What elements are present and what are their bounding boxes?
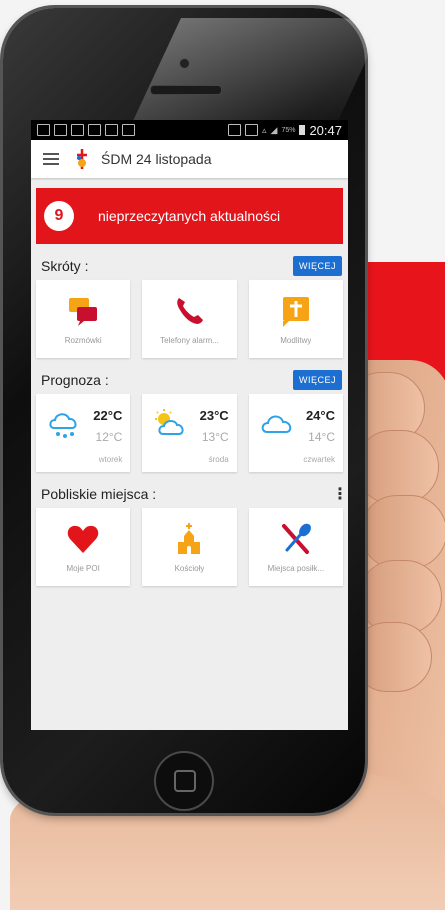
shortcut-emergency-phones[interactable]: Telefony alarm... <box>142 280 237 358</box>
nearby-tiles: Moje POI Kościoły Miejsca posiłk... <box>31 508 348 594</box>
forecast-high: 23°C <box>199 408 229 423</box>
shortcut-label: Modlitwy <box>280 335 312 345</box>
shortcuts-more-button[interactable]: WIĘCEJ <box>292 256 342 276</box>
cutlery-icon <box>281 523 311 554</box>
sun-cloud-icon <box>155 409 184 435</box>
forecast-low: 12°C <box>95 430 123 444</box>
forecast-more-button[interactable]: WIĘCEJ <box>292 370 342 390</box>
more-options-icon[interactable]: ⋮ <box>332 484 348 504</box>
shortcuts-title: Skróty : <box>41 258 89 274</box>
wifi-icon: ▵ <box>261 124 267 135</box>
app-bar: ŚDM 24 listopada <box>31 140 348 178</box>
nearby-label: Moje POI <box>66 563 100 573</box>
nearby-churches[interactable]: Kościoły <box>142 508 237 586</box>
notification-icon <box>37 124 50 136</box>
forecast-day-wednesday[interactable]: 23°C 13°C środa <box>142 394 237 472</box>
earpiece-speaker <box>150 85 222 95</box>
church-icon <box>178 522 201 554</box>
shortcuts-tiles: Rozmówki Telefony alarm... Modlitwy <box>31 280 348 366</box>
unread-news-text: nieprzeczytanych aktualności <box>98 208 281 224</box>
phone-icon <box>177 297 204 324</box>
forecast-header: Prognoza : WIĘCEJ <box>31 366 348 394</box>
forecast-day-tuesday[interactable]: 22°C 12°C wtorek <box>36 394 131 472</box>
forecast-title: Prognoza : <box>41 372 109 388</box>
facebook-icon <box>71 124 84 136</box>
battery-icon <box>299 125 306 135</box>
unread-count-badge: 9 <box>44 201 74 231</box>
notification-icon <box>54 124 67 136</box>
forecast-day: wtorek <box>98 455 123 464</box>
signal-icon: ◢ <box>270 124 278 135</box>
system-icons: ▵ ◢ 75% 20:47 <box>227 122 342 138</box>
front-camera <box>179 58 190 69</box>
shortcut-phrasebook[interactable]: Rozmówki <box>36 280 131 358</box>
shortcuts-header: Skróty : WIĘCEJ <box>31 252 348 280</box>
image-icon <box>122 124 135 136</box>
nearby-title: Pobliskie miejsca : <box>41 486 157 502</box>
phone-body: ▵ ◢ 75% 20:47 ŚDM 24 listopada 9 nieprze… <box>3 8 386 813</box>
forecast-high: 22°C <box>93 408 123 423</box>
alarm-icon <box>244 124 258 136</box>
finger <box>360 495 445 569</box>
battery-percent: 75% <box>281 126 296 134</box>
nfc-icon <box>227 124 241 136</box>
heart-icon <box>67 525 99 553</box>
status-time: 20:47 <box>309 122 342 138</box>
app-title: ŚDM 24 listopada <box>101 151 212 167</box>
nearby-my-poi[interactable]: Moje POI <box>36 508 131 586</box>
status-bar: ▵ ◢ 75% 20:47 <box>31 120 348 140</box>
facebook-icon <box>88 124 101 136</box>
home-button[interactable] <box>154 751 214 811</box>
cloud-icon <box>261 415 291 433</box>
nearby-restaurants[interactable]: Miejsca posiłk... <box>248 508 343 586</box>
prayer-cross-icon <box>282 296 309 327</box>
forecast-tiles: 22°C 12°C wtorek 23°C 13°C środa 24°C 14… <box>31 394 348 480</box>
finger <box>355 430 439 504</box>
nearby-label: Miejsca posiłk... <box>267 563 325 573</box>
forecast-low: 13°C <box>201 430 229 444</box>
forecast-low: 14°C <box>308 430 335 444</box>
shortcut-label: Rozmówki <box>64 335 102 345</box>
forecast-day-thursday[interactable]: 24°C 14°C czwartek <box>248 394 343 472</box>
shortcut-label: Telefony alarm... <box>160 335 219 345</box>
hamburger-menu-icon[interactable] <box>43 153 59 165</box>
chat-bubbles-icon <box>69 297 98 326</box>
unread-news-banner[interactable]: 9 nieprzeczytanych aktualności <box>36 188 343 244</box>
notification-icons <box>37 124 135 136</box>
forecast-day: środa <box>208 455 229 464</box>
forecast-day: czwartek <box>303 455 335 464</box>
phone-screen: ▵ ◢ 75% 20:47 ŚDM 24 listopada 9 nieprze… <box>31 120 348 730</box>
nearby-header: Pobliskie miejsca : ⋮ <box>31 480 348 508</box>
nearby-label: Kościoły <box>174 563 205 573</box>
forecast-high: 24°C <box>305 408 335 423</box>
home-square-icon <box>174 770 196 792</box>
wyd-logo-icon <box>77 149 87 169</box>
rain-cloud-icon <box>49 413 77 438</box>
shortcut-prayers[interactable]: Modlitwy <box>248 280 343 358</box>
facebook-icon <box>105 124 118 136</box>
screen-empty-area <box>31 594 348 684</box>
